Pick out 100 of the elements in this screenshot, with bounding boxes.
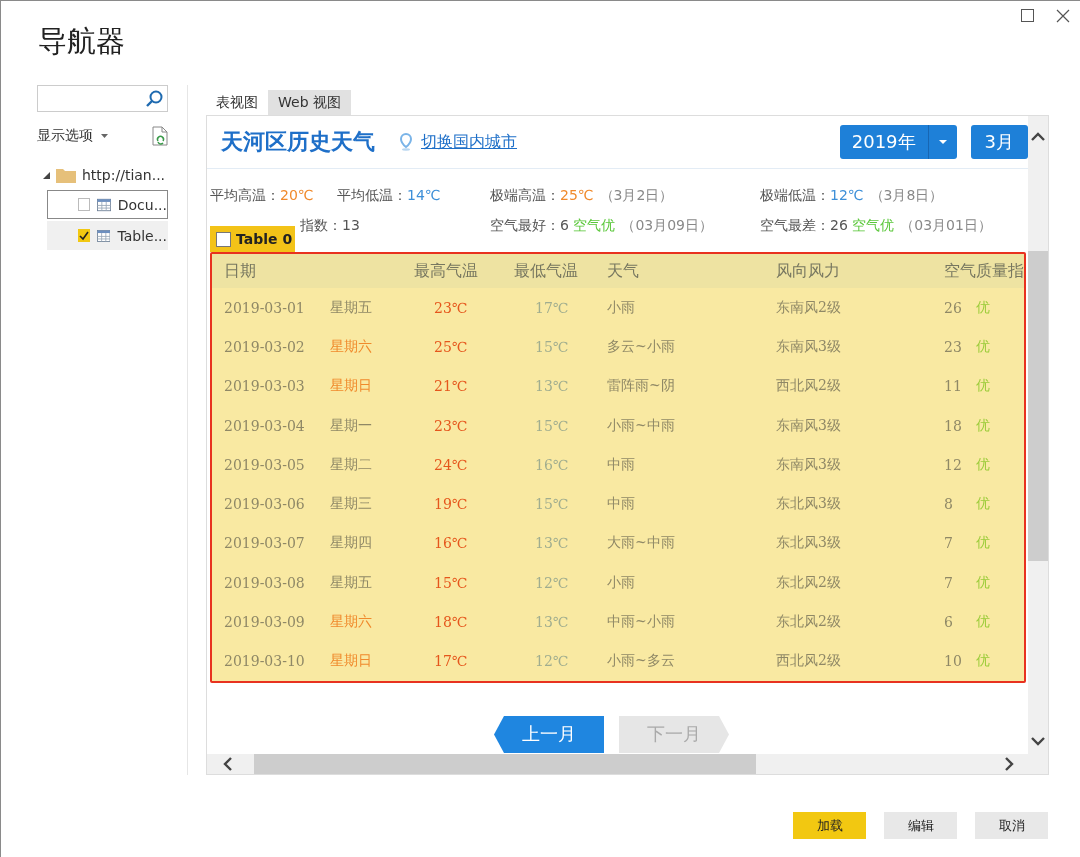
table-cell-text: 10 [944, 653, 963, 670]
previous-month-button[interactable]: 上一月 [494, 715, 604, 753]
stat-text: 空气最好：6 空气优 （03月09日） [490, 216, 714, 235]
table-cell-text: 2019-03-10 [224, 653, 306, 670]
table-cell-text: 西北风2级 [776, 377, 842, 396]
table-cell-text: 优 [976, 613, 991, 631]
table-cell-text: 优 [976, 455, 991, 474]
table-cell-text: 7 [944, 535, 954, 552]
close-icon[interactable] [1056, 9, 1070, 23]
table-cell-text: 优 [976, 298, 991, 317]
table-cell-text: 2019-03-05 [224, 456, 306, 473]
table-cell-text: 优 [976, 573, 991, 592]
table-cell-text: 东南风3级 [776, 416, 842, 435]
dialog-button[interactable]: 加载 [793, 812, 866, 839]
table-cell-text: 13℃ [534, 535, 570, 552]
table-cell-text: 星期一 [329, 416, 373, 435]
location-pin-icon [399, 133, 413, 151]
table-cell-text: 中雨 [607, 455, 636, 474]
caret-icon[interactable] [938, 140, 947, 144]
caret-icon[interactable] [101, 134, 108, 138]
file-refresh-icon[interactable] [152, 126, 168, 146]
switch-city-link[interactable]: 切换国内城市 [421, 131, 517, 153]
horizontal-scrollbar-thumb[interactable] [254, 754, 756, 774]
month-dropdown[interactable]: 3月 [970, 125, 1028, 159]
dialog-button[interactable]: 编辑 [884, 812, 957, 839]
table-cell-text: 中雨~小雨 [607, 613, 676, 631]
table-cell-text: 东北风3级 [776, 534, 842, 553]
table-cell-text: 小雨 [607, 298, 636, 317]
table-cell-text: 星期二 [329, 455, 373, 474]
table-cell-text: 7 [944, 574, 954, 591]
dialog-button[interactable]: 取消 [975, 812, 1048, 839]
search-field[interactable] [37, 85, 168, 112]
checkbox[interactable] [216, 231, 231, 247]
vertical-scrollbar-thumb[interactable] [1028, 251, 1048, 561]
scroll-left-icon[interactable] [223, 757, 232, 771]
checkbox[interactable] [78, 229, 90, 242]
year-dropdown[interactable]: 2019年 [839, 125, 957, 159]
table-cell-text: 星期日 [329, 377, 373, 396]
table-icon [97, 228, 111, 243]
table-cell-text: 2019-03-09 [224, 614, 306, 630]
table-cell-text: 大雨~中雨 [607, 534, 676, 553]
tab[interactable]: Web 视图 [268, 90, 351, 115]
table-cell-text: 2019-03-03 [224, 378, 306, 395]
stat-text: 极端高温：25℃ （3月2日） [490, 186, 675, 205]
scroll-up-icon[interactable] [1031, 132, 1045, 141]
table-cell-text: 东北风3级 [776, 495, 842, 514]
table-cell-text: 19℃ [433, 496, 469, 513]
table-cell-text: 15℃ [534, 496, 570, 513]
stat-text: 平均高温：20℃ [210, 186, 315, 205]
collapse-icon[interactable] [43, 171, 50, 179]
table-cell-text: 21℃ [433, 378, 469, 395]
table-cell-text: 星期三 [329, 495, 373, 514]
tab[interactable]: 表视图 [206, 90, 268, 115]
table-cell-text: 中雨 [607, 495, 636, 514]
scroll-down-icon[interactable] [1031, 737, 1045, 746]
table-cell-text: 优 [976, 652, 991, 671]
table-cell-text: 优 [976, 337, 991, 356]
checkbox[interactable] [78, 198, 90, 211]
table-cell-text: 17℃ [433, 653, 469, 670]
table-cell-text: 18 [944, 417, 963, 434]
table-cell-text: 26 [944, 299, 963, 316]
display-options-menu[interactable]: 显示选项 [37, 127, 93, 145]
table-cell-text: 2019-03-08 [224, 574, 306, 591]
column-header: 最高气温 [414, 260, 479, 282]
table-cell-text: 2019-03-07 [224, 535, 306, 552]
table-cell-text: 星期四 [329, 534, 373, 553]
table-cell-text: 东南风2级 [776, 298, 842, 317]
window-title: 导航器 [38, 23, 125, 60]
table-cell-text: 15℃ [433, 574, 469, 591]
table-cell-text: 12 [944, 456, 963, 473]
table-cell-text: 23℃ [433, 417, 469, 434]
tree-item[interactable]: Table... [47, 221, 168, 250]
column-header: 风向风力 [776, 260, 841, 282]
table-cell-text: 优 [976, 495, 991, 514]
table-tag-label: Table 0 [236, 231, 293, 247]
table-cell-text: 12℃ [534, 653, 570, 670]
column-header: 最低气温 [514, 260, 579, 282]
maximize-icon[interactable] [1021, 9, 1034, 22]
table-cell-text: 星期日 [329, 652, 373, 671]
page-title: 天河区历史天气 [221, 128, 375, 156]
scroll-right-icon[interactable] [1005, 757, 1014, 771]
table-cell-text: 小雨~多云 [607, 652, 676, 671]
table-cell-text: 15℃ [534, 338, 570, 355]
table-cell-text: 2019-03-06 [224, 496, 306, 513]
table-tag[interactable]: Table 0 [210, 226, 295, 252]
table-cell-text: 东北风2级 [776, 573, 842, 592]
table-cell-text: 2019-03-01 [224, 299, 306, 316]
tree-item[interactable]: http://tian... [82, 167, 166, 183]
stat-text: 平均低温：14℃ [337, 186, 442, 205]
table-cell-text: 17℃ [534, 299, 570, 316]
table-cell-text: 25℃ [433, 338, 469, 355]
table-cell-text: 优 [976, 534, 991, 553]
table-cell-text: 23 [944, 338, 963, 355]
tree-item[interactable]: Docu... [47, 190, 168, 219]
table-cell-text: 12℃ [534, 574, 570, 591]
search-icon[interactable] [145, 89, 163, 108]
table-cell-text: 东南风3级 [776, 455, 842, 474]
table-cell-text: 18℃ [433, 614, 469, 630]
table-cell-text: 东南风3级 [776, 337, 842, 356]
tree-item-label: Docu... [117, 196, 167, 213]
